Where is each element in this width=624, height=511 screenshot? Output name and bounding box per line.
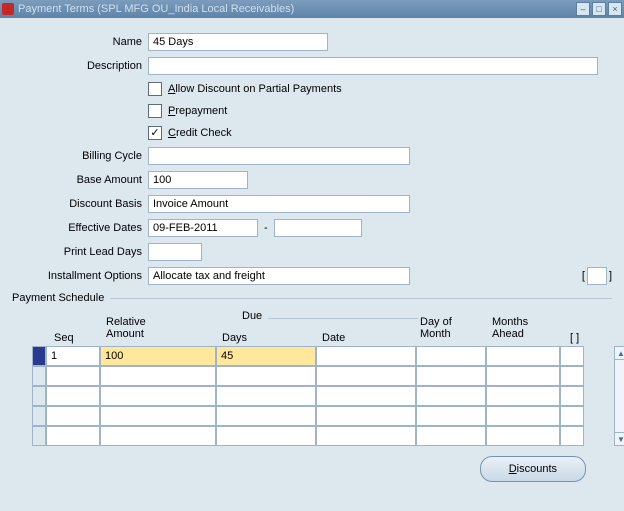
cell-days[interactable] [216, 366, 316, 386]
billing-cycle-field[interactable] [148, 147, 410, 165]
payment-schedule-grid: Seq Relative Amount Due Days Date Day of… [32, 310, 612, 446]
installment-options-label: Installment Options [12, 270, 148, 282]
cell-seq[interactable] [46, 366, 100, 386]
description-field[interactable] [148, 57, 598, 75]
col-flex: [ ] [570, 332, 579, 344]
cell-days[interactable] [216, 406, 316, 426]
table-row[interactable] [32, 386, 612, 406]
effective-to-field[interactable] [274, 219, 362, 237]
cell-seq[interactable] [46, 386, 100, 406]
cell-date[interactable] [316, 406, 416, 426]
table-row[interactable] [32, 406, 612, 426]
divider [110, 298, 612, 299]
cell-relative-amount[interactable]: 100 [100, 346, 216, 366]
row-selector[interactable] [32, 426, 46, 446]
base-amount-label: Base Amount [12, 174, 148, 186]
cell-months-ahead[interactable] [486, 346, 560, 366]
print-lead-days-field[interactable] [148, 243, 202, 261]
col-due: Due [242, 310, 262, 322]
discounts-button[interactable]: Discounts [480, 456, 586, 482]
cell-flex[interactable] [560, 366, 584, 386]
minimize-button[interactable]: – [576, 2, 590, 16]
cell-date[interactable] [316, 366, 416, 386]
scroll-up-icon[interactable]: ▲ [614, 346, 624, 360]
cell-months-ahead[interactable] [486, 386, 560, 406]
table-row[interactable] [32, 366, 612, 386]
cell-days[interactable]: 45 [216, 346, 316, 366]
credit-check-checkbox[interactable]: Credit Check [148, 124, 612, 142]
checkbox-checked-icon [148, 126, 162, 140]
cell-days[interactable] [216, 426, 316, 446]
credit-check-label: Credit Check [168, 127, 232, 139]
cell-seq[interactable] [46, 426, 100, 446]
col-seq: Seq [54, 332, 74, 344]
maximize-button[interactable]: □ [592, 2, 606, 16]
window-title: Payment Terms (SPL MFG OU_India Local Re… [18, 3, 576, 15]
cell-seq[interactable] [46, 406, 100, 426]
effective-dates-label: Effective Dates [12, 222, 148, 234]
base-amount-field[interactable] [148, 171, 248, 189]
cell-date[interactable] [316, 346, 416, 366]
discount-basis-label: Discount Basis [12, 198, 148, 210]
titlebar[interactable]: Payment Terms (SPL MFG OU_India Local Re… [0, 0, 624, 18]
cell-date[interactable] [316, 386, 416, 406]
cell-flex[interactable] [560, 386, 584, 406]
billing-cycle-label: Billing Cycle [12, 150, 148, 162]
row-selector[interactable] [32, 366, 46, 386]
row-selector[interactable] [32, 386, 46, 406]
cell-flex[interactable] [560, 406, 584, 426]
cell-relative-amount[interactable] [100, 406, 216, 426]
name-field[interactable] [148, 33, 328, 51]
print-lead-days-label: Print Lead Days [12, 246, 148, 258]
col-months-ahead: Months Ahead [492, 316, 528, 344]
row-selector[interactable] [32, 406, 46, 426]
scroll-track[interactable] [614, 360, 624, 432]
payment-schedule-heading: Payment Schedule [12, 292, 104, 304]
checkbox-icon [148, 104, 162, 118]
cell-day-of-month[interactable] [416, 346, 486, 366]
cell-day-of-month[interactable] [416, 406, 486, 426]
oracle-logo-icon [2, 3, 14, 15]
col-days: Days [222, 332, 247, 344]
col-day-of-month: Day of Month [420, 316, 452, 344]
form-content: Name Description Allow Discount on Parti… [0, 18, 624, 490]
payment-terms-window: Payment Terms (SPL MFG OU_India Local Re… [0, 0, 624, 511]
cell-day-of-month[interactable] [416, 366, 486, 386]
cell-months-ahead[interactable] [486, 426, 560, 446]
cell-day-of-month[interactable] [416, 386, 486, 406]
close-button[interactable]: × [608, 2, 622, 16]
date-separator: - [258, 222, 274, 234]
discount-basis-field[interactable] [148, 195, 410, 213]
discounts-button-label: Discounts [509, 463, 557, 475]
prepayment-label: Prepayment [168, 105, 227, 117]
cell-days[interactable] [216, 386, 316, 406]
allow-discount-checkbox[interactable]: Allow Discount on Partial Payments [148, 80, 612, 98]
name-label: Name [12, 36, 148, 48]
cell-relative-amount[interactable] [100, 426, 216, 446]
table-row[interactable]: 110045 [32, 346, 612, 366]
cell-flex[interactable] [560, 346, 584, 366]
cell-day-of-month[interactable] [416, 426, 486, 446]
divider [268, 318, 418, 319]
scroll-down-icon[interactable]: ▼ [614, 432, 624, 446]
allow-discount-label: Allow Discount on Partial Payments [168, 83, 342, 95]
cell-months-ahead[interactable] [486, 366, 560, 386]
cell-date[interactable] [316, 426, 416, 446]
scrollbar[interactable]: ▲ ▼ [614, 346, 624, 446]
installment-options-field[interactable] [148, 267, 410, 285]
table-row[interactable] [32, 426, 612, 446]
cell-relative-amount[interactable] [100, 386, 216, 406]
cell-relative-amount[interactable] [100, 366, 216, 386]
col-relative-amount: Relative Amount [106, 316, 146, 344]
cell-flex[interactable] [560, 426, 584, 446]
cell-months-ahead[interactable] [486, 406, 560, 426]
cell-seq[interactable]: 1 [46, 346, 100, 366]
prepayment-checkbox[interactable]: Prepayment [148, 102, 612, 120]
description-label: Description [12, 60, 148, 72]
checkbox-icon [148, 82, 162, 96]
effective-from-field[interactable] [148, 219, 258, 237]
flexfield-indicator[interactable]: [] [582, 267, 612, 285]
col-date: Date [322, 332, 345, 344]
row-selector[interactable] [32, 346, 46, 366]
